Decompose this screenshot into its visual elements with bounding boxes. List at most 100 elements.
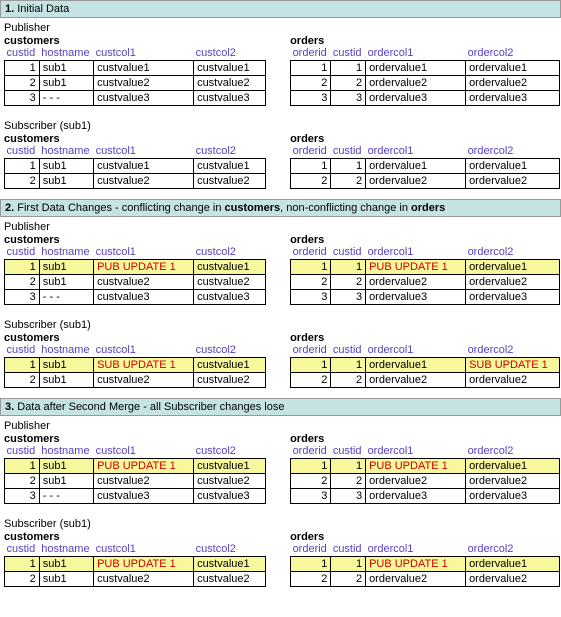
- customers-table: customerscustidhostnamecustcol1custcol21…: [4, 234, 266, 305]
- cell: sub1: [39, 373, 93, 388]
- table-title: customers: [4, 234, 266, 246]
- col-header: ordercol2: [466, 445, 560, 459]
- table-row: 2sub1custvalue2custvalue2: [5, 474, 266, 489]
- table-title: customers: [4, 332, 266, 344]
- cell: ordervalue1: [466, 61, 560, 76]
- table-title: customers: [4, 133, 266, 145]
- col-header: hostname: [39, 246, 93, 260]
- col-header: ordercol2: [466, 47, 560, 61]
- role-block: Publishercustomerscustidhostnamecustcol1…: [0, 217, 561, 315]
- cell: 1: [291, 557, 331, 572]
- cell: PUB UPDATE 1: [94, 260, 194, 275]
- col-header: custid: [5, 145, 40, 159]
- cell: - - -: [39, 489, 93, 504]
- cell: custvalue3: [194, 290, 266, 305]
- role-label: Subscriber (sub1): [4, 120, 557, 132]
- col-header: orderid: [291, 47, 331, 61]
- table-title: orders: [290, 332, 560, 344]
- customers-table: customerscustidhostnamecustcol1custcol21…: [4, 531, 266, 587]
- col-header: hostname: [39, 47, 93, 61]
- cell: ordervalue1: [366, 358, 466, 373]
- table-row: 2sub1custvalue2custvalue2: [5, 572, 266, 587]
- cell: sub1: [39, 275, 93, 290]
- cell: ordervalue2: [366, 76, 466, 91]
- cell: ordervalue2: [466, 572, 560, 587]
- cell: - - -: [39, 91, 93, 106]
- data-table: orderidcustidordercol1ordercol211orderva…: [290, 145, 560, 189]
- table-row: 22ordervalue2ordervalue2: [291, 76, 560, 91]
- cell: custvalue3: [194, 489, 266, 504]
- col-header: ordercol1: [366, 344, 466, 358]
- col-header: ordercol2: [466, 344, 560, 358]
- cell: 2: [5, 76, 40, 91]
- col-header: ordercol2: [466, 246, 560, 260]
- cell: 2: [291, 373, 331, 388]
- cell: sub1: [39, 459, 93, 474]
- role-label: Subscriber (sub1): [4, 518, 557, 530]
- col-header: custcol2: [194, 47, 266, 61]
- col-header: hostname: [39, 145, 93, 159]
- cell: 1: [5, 557, 40, 572]
- col-header: custcol1: [94, 344, 194, 358]
- role-label: Subscriber (sub1): [4, 319, 557, 331]
- cell: 2: [5, 174, 40, 189]
- cell: 1: [5, 260, 40, 275]
- cell: custvalue2: [194, 174, 266, 189]
- col-header: ordercol2: [466, 543, 560, 557]
- cell: 1: [331, 260, 366, 275]
- cell: custvalue2: [94, 76, 194, 91]
- cell: SUB UPDATE 1: [466, 358, 560, 373]
- col-header: custid: [5, 344, 40, 358]
- col-header: custid: [5, 246, 40, 260]
- cell: sub1: [39, 557, 93, 572]
- cell: ordervalue1: [466, 557, 560, 572]
- cell: custvalue3: [194, 91, 266, 106]
- cell: ordervalue2: [366, 174, 466, 189]
- cell: ordervalue2: [466, 373, 560, 388]
- cell: 2: [5, 373, 40, 388]
- data-table: custidhostnamecustcol1custcol21sub1SUB U…: [4, 344, 266, 388]
- cell: 1: [5, 159, 40, 174]
- orders-table: ordersorderidcustidordercol1ordercol211o…: [290, 35, 560, 106]
- table-row: 1sub1SUB UPDATE 1custvalue1: [5, 358, 266, 373]
- col-header: ordercol1: [366, 47, 466, 61]
- customers-table: customerscustidhostnamecustcol1custcol21…: [4, 133, 266, 189]
- section-header: 3. Data after Second Merge - all Subscri…: [0, 398, 561, 416]
- cell: SUB UPDATE 1: [94, 358, 194, 373]
- col-header: custid: [331, 246, 366, 260]
- table-title: customers: [4, 433, 266, 445]
- cell: PUB UPDATE 1: [366, 557, 466, 572]
- cell: 2: [5, 572, 40, 587]
- table-row: 11ordervalue1ordervalue1: [291, 61, 560, 76]
- col-header: custid: [331, 344, 366, 358]
- cell: custvalue1: [194, 358, 266, 373]
- role-block: Publishercustomerscustidhostnamecustcol1…: [0, 18, 561, 116]
- cell: sub1: [39, 159, 93, 174]
- col-header: ordercol1: [366, 543, 466, 557]
- cell: custvalue2: [194, 373, 266, 388]
- tables-row: customerscustidhostnamecustcol1custcol21…: [4, 531, 557, 587]
- cell: ordervalue3: [466, 489, 560, 504]
- col-header: ordercol1: [366, 246, 466, 260]
- table-row: 22ordervalue2ordervalue2: [291, 474, 560, 489]
- role-label: Publisher: [4, 221, 557, 233]
- col-header: orderid: [291, 543, 331, 557]
- cell: 2: [291, 174, 331, 189]
- col-header: orderid: [291, 246, 331, 260]
- cell: ordervalue1: [466, 260, 560, 275]
- col-header: custcol2: [194, 344, 266, 358]
- cell: custvalue1: [194, 61, 266, 76]
- cell: - - -: [39, 290, 93, 305]
- data-table: custidhostnamecustcol1custcol21sub1PUB U…: [4, 445, 266, 504]
- table-title: orders: [290, 133, 560, 145]
- table-row: 2sub1custvalue2custvalue2: [5, 373, 266, 388]
- table-row: 1sub1custvalue1custvalue1: [5, 61, 266, 76]
- cell: 1: [291, 459, 331, 474]
- cell: 3: [291, 290, 331, 305]
- cell: PUB UPDATE 1: [366, 459, 466, 474]
- cell: ordervalue2: [366, 373, 466, 388]
- table-title: orders: [290, 234, 560, 246]
- tables-row: customerscustidhostnamecustcol1custcol21…: [4, 234, 557, 305]
- table-row: 3- - -custvalue3custvalue3: [5, 91, 266, 106]
- cell: ordervalue2: [466, 275, 560, 290]
